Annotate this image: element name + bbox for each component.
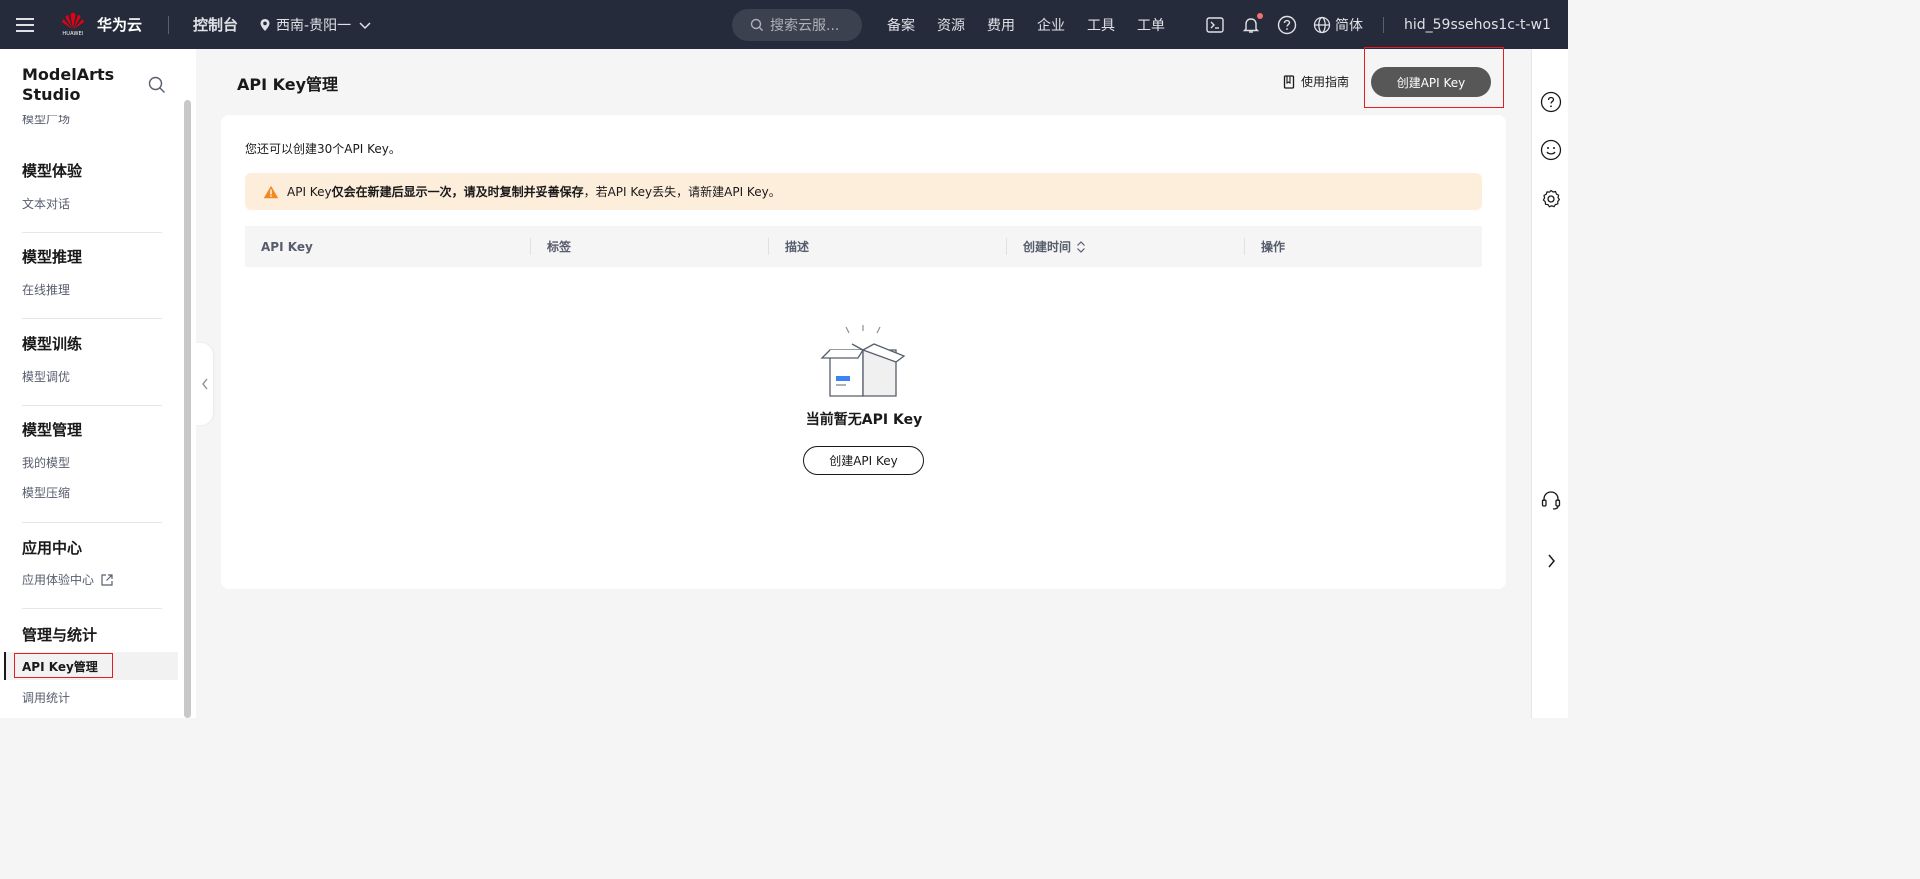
right-toolbar	[1531, 49, 1568, 718]
divider	[22, 318, 162, 319]
sidebar-group-app-center: 应用中心	[22, 539, 83, 557]
divider	[168, 15, 170, 34]
notification-bell-icon[interactable]	[1241, 12, 1263, 35]
feedback-smile-icon[interactable]	[1540, 139, 1562, 161]
create-api-key-button[interactable]: 创建API Key	[1371, 67, 1491, 97]
nav-resources[interactable]: 资源	[937, 15, 965, 35]
top-nav-menu: 备案 资源 费用 企业 工具 工单	[887, 0, 1187, 49]
settings-gear-icon[interactable]	[1540, 188, 1562, 210]
nav-tools[interactable]: 工具	[1087, 15, 1115, 35]
search-placeholder: 搜索云服...	[770, 18, 840, 34]
active-item-indicator	[4, 652, 6, 680]
sidebar-item-online-inference[interactable]: 在线推理	[22, 281, 70, 298]
language-selector[interactable]: 简体	[1313, 15, 1363, 35]
column-divider	[530, 238, 531, 255]
nav-tickets[interactable]: 工单	[1137, 15, 1165, 35]
column-header-label: 创建时间	[1023, 240, 1072, 254]
brand-name: 华为云	[97, 16, 143, 34]
divider	[1383, 16, 1384, 33]
sidebar-group-experience: 模型体验	[22, 162, 83, 180]
huawei-logo-icon: HUAWEI	[59, 12, 87, 38]
alert-suffix: ，若API Key丢失，请新建API Key。	[583, 185, 781, 199]
sidebar-item-model-tuning[interactable]: 模型调优	[22, 368, 70, 385]
column-header-actions: 操作	[1261, 240, 1286, 254]
chevron-left-icon	[201, 378, 208, 390]
globe-icon	[1313, 16, 1331, 33]
location-pin-icon	[260, 18, 270, 31]
sidebar-group-inference: 模型推理	[22, 248, 83, 266]
empty-state-text: 当前暂无API Key	[805, 412, 923, 428]
help-icon[interactable]	[1277, 15, 1297, 35]
language-label: 简体	[1335, 17, 1363, 34]
column-header-created-time[interactable]: 创建时间	[1023, 226, 1087, 267]
usage-guide-link[interactable]: 使用指南	[1283, 73, 1349, 90]
sidebar-item-app-experience[interactable]: 应用体验中心	[22, 571, 114, 588]
nav-billing[interactable]: 费用	[987, 15, 1015, 35]
column-header-api-key: API Key	[261, 239, 313, 254]
help-icon[interactable]	[1540, 91, 1562, 113]
book-icon	[1283, 74, 1295, 89]
sidebar-item-call-statistics[interactable]: 调用统计	[22, 689, 70, 706]
usage-guide-label: 使用指南	[1301, 75, 1350, 89]
sidebar-item-model-compression[interactable]: 模型压缩	[22, 484, 70, 501]
column-header-tags: 标签	[547, 240, 572, 254]
sidebar-group-management: 模型管理	[22, 421, 83, 439]
alert-bold-text: 仅会在新建后显示一次，请及时复制并妥善保存	[331, 185, 584, 199]
menu-icon[interactable]	[0, 0, 49, 49]
search-icon	[750, 18, 764, 32]
sidebar-scrollbar[interactable]	[184, 100, 191, 718]
column-header-description: 描述	[785, 240, 810, 254]
top-navigation-bar: HUAWEI 华为云 控制台 西南-贵阳一 搜索云服... 备案 资源 费用 企…	[0, 0, 1568, 49]
divider	[22, 232, 162, 233]
sidebar: ModelArts Studio 模型广场 模型体验 文本对话 模型推理 在线推…	[0, 49, 196, 718]
sidebar-collapse-button[interactable]	[196, 343, 213, 425]
region-label: 西南-贵阳一	[276, 17, 352, 34]
chevron-down-icon	[359, 21, 371, 29]
page-title: API Key管理	[237, 75, 339, 94]
nav-filing[interactable]: 备案	[887, 15, 915, 35]
sidebar-group-stats: 管理与统计	[22, 626, 98, 644]
top-icon-group: 简体 hid_59ssehos1c-t-w1	[1205, 0, 1551, 49]
divider	[22, 405, 162, 406]
column-divider	[1006, 238, 1007, 255]
notification-dot	[1257, 12, 1263, 19]
sidebar-title: ModelArts Studio	[22, 65, 115, 104]
sidebar-group-training: 模型训练	[22, 335, 83, 353]
external-link-icon	[101, 573, 113, 586]
customer-service-headset-icon[interactable]	[1540, 489, 1562, 511]
chevron-right-icon[interactable]	[1540, 550, 1562, 572]
huawei-cloud-logo[interactable]: HUAWEI 华为云	[59, 12, 142, 38]
warning-alert: API Key 仅会在新建后显示一次，请及时复制并妥善保存 ，若API Key丢…	[245, 173, 1482, 210]
empty-box-illustration	[818, 322, 910, 402]
region-selector[interactable]: 西南-贵阳一	[258, 15, 377, 35]
table-header: API Key 标签 描述 创建时间 操作	[245, 226, 1482, 267]
sort-icon[interactable]	[1075, 240, 1087, 254]
alert-prefix: API Key	[287, 184, 332, 199]
logo-text: HUAWEI	[62, 30, 84, 37]
create-api-key-empty-button[interactable]: 创建API Key	[803, 446, 924, 475]
quota-text: 您还可以创建30个API Key。	[245, 142, 401, 156]
user-account[interactable]: hid_59ssehos1c-t-w1	[1404, 17, 1551, 33]
sidebar-item-api-key-management[interactable]: API Key管理	[22, 658, 98, 675]
terminal-icon[interactable]	[1205, 15, 1225, 35]
nav-enterprise[interactable]: 企业	[1037, 15, 1065, 35]
warning-icon	[263, 185, 279, 198]
sidebar-item-model-square[interactable]: 模型广场	[22, 115, 70, 127]
search-icon[interactable]	[148, 76, 166, 98]
divider	[22, 608, 162, 609]
console-link[interactable]: 控制台	[193, 14, 238, 35]
sidebar-item-text-chat[interactable]: 文本对话	[22, 195, 70, 212]
divider	[22, 522, 162, 523]
column-divider	[768, 238, 769, 255]
search-input[interactable]: 搜索云服...	[732, 9, 862, 41]
sidebar-item-label: 应用体验中心	[22, 573, 95, 587]
column-divider	[1244, 238, 1245, 255]
sidebar-item-my-models[interactable]: 我的模型	[22, 454, 70, 471]
